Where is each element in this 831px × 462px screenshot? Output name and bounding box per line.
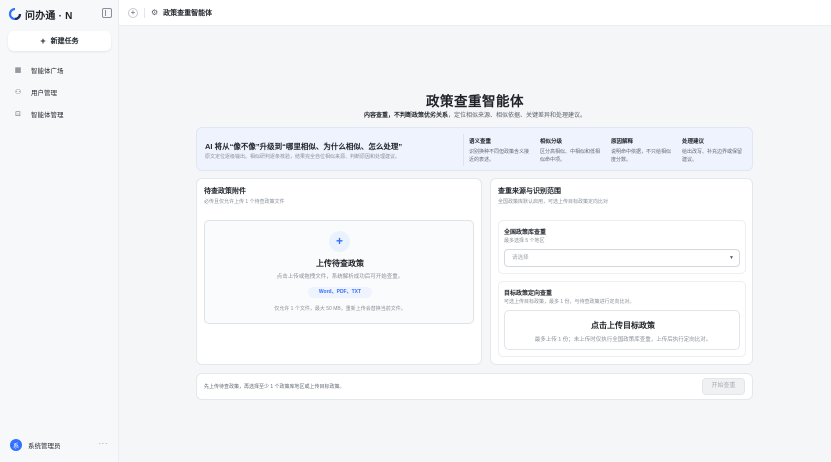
feature-banner: AI 将从“像不像”升级到“哪里相似、为什么相似、怎么处理” 原文定位逐级输出。… bbox=[196, 127, 753, 171]
national-desc: 最多选择 5 个地区 bbox=[504, 238, 545, 244]
chevron-down-icon: ▼ bbox=[729, 255, 734, 261]
upload-heading: 待查政策附件 bbox=[204, 188, 246, 195]
select-placeholder: 请选择 bbox=[512, 255, 529, 261]
feature-title: 语义查重 bbox=[469, 139, 492, 145]
new-task-button[interactable]: + 新建任务 bbox=[8, 31, 111, 51]
target-button-desc: 最多上传 1 份；未上传时仅执行全国政策库查重，上传后执行定向比对。 bbox=[534, 337, 712, 343]
feature-desc: 给出改写、补充边界或保留建议。 bbox=[682, 149, 743, 163]
feature-advice: 处理建议 给出改写、补充边界或保留建议。 bbox=[682, 137, 744, 164]
user-name: 系统管理员 bbox=[28, 443, 61, 450]
upload-hint: 点击上传或拖拽文件，系统解析成功后可开始查重。 bbox=[276, 274, 404, 280]
sidebar: 问办通 · N + 新建任务 ▦ 智能体广场 ⚇ 用户管理 ⊡ 智能体管理 系 … bbox=[0, 0, 119, 462]
feature-desc: 说明命中依据，不只给相似度分数。 bbox=[611, 149, 672, 163]
upload-dropzone[interactable]: + 上传待查政策 点击上传或拖拽文件，系统解析成功后可开始查重。 Word、PD… bbox=[204, 220, 474, 324]
region-select[interactable]: 请选择 ▼ bbox=[504, 249, 740, 267]
page-title: 政策查重智能体 bbox=[426, 94, 524, 109]
file-types-badge: Word、PDF、TXT bbox=[308, 287, 372, 298]
sidebar-item-agent-square[interactable]: ▦ 智能体广场 bbox=[8, 62, 111, 78]
upload-title: 上传待查政策 bbox=[316, 259, 364, 268]
bot-icon: ⊡ bbox=[15, 111, 21, 118]
feature-reason: 原因解释 说明命中依据，不只给相似度分数。 bbox=[611, 137, 673, 164]
sidebar-item-label: 智能体管理 bbox=[31, 112, 64, 119]
footer-hint: 先上传待查政策，再选择至少 1 个政策库地区或上传目标政策。 bbox=[204, 384, 345, 390]
grid-icon: ▦ bbox=[14, 67, 22, 74]
source-desc: 全国政策库默认启用，可选上传目标政策定向比对 bbox=[498, 199, 609, 205]
action-footer: 先上传待查政策，再选择至少 1 个政策库地区或上传目标政策。 开始查重 bbox=[196, 373, 753, 400]
feature-semantic: 语义查重 识别换种不同但政策含义接近的表述。 bbox=[469, 137, 531, 164]
app-name: 问办通 · N bbox=[25, 10, 73, 22]
main-content: 政策查重智能体 内容查重，不判断政策优劣关系，定位相似来源、相似依据、关键差异和… bbox=[119, 26, 831, 462]
new-task-label: 新建任务 bbox=[50, 38, 79, 45]
target-button-title: 点击上传目标政策 bbox=[591, 321, 655, 330]
feature-title: 相似分级 bbox=[540, 139, 563, 145]
divider bbox=[144, 7, 145, 18]
banner-heading: AI 将从“像不像”升级到“哪里相似、为什么相似、怎么处理” bbox=[205, 142, 403, 151]
users-icon: ⚇ bbox=[14, 89, 22, 96]
upload-target-button[interactable]: 点击上传目标政策 最多上传 1 份；未上传时仅执行全国政策库查重，上传后执行定向… bbox=[504, 310, 740, 350]
start-check-button[interactable]: 开始查重 bbox=[702, 378, 745, 395]
feature-desc: 识别换种不同但政策含义接近的表述。 bbox=[469, 149, 530, 163]
new-tab-plus-icon[interactable]: + bbox=[128, 7, 138, 18]
sidebar-item-agent-management[interactable]: ⊡ 智能体管理 bbox=[8, 106, 111, 122]
logo-icon bbox=[8, 8, 22, 20]
page-tab-title: 政策查重智能体 bbox=[163, 9, 213, 17]
top-bar: + ⚙ 政策查重智能体 bbox=[119, 0, 831, 26]
feature-desc: 区分高相似、中相似和低相似命中项。 bbox=[540, 149, 601, 163]
user-profile[interactable]: 系 系统管理员 ··· bbox=[10, 438, 108, 452]
divider bbox=[463, 134, 464, 166]
feature-grading: 相似分级 区分高相似、中相似和低相似命中项。 bbox=[540, 137, 602, 164]
more-icon[interactable]: ··· bbox=[99, 439, 109, 448]
feature-title: 处理建议 bbox=[682, 139, 705, 145]
sidebar-collapse-icon[interactable] bbox=[102, 8, 112, 18]
upload-desc: 必传且仅允许上传 1 个待查政策文件 bbox=[204, 199, 285, 205]
target-desc: 可选上传目标政策，最多 1 份，与待查政策进行定向比对。 bbox=[504, 299, 635, 305]
agent-icon: ⚙ bbox=[151, 8, 159, 17]
sidebar-item-user-management[interactable]: ⚇ 用户管理 bbox=[8, 84, 111, 100]
page-subtitle: 内容查重，不判断政策优劣关系，定位相似来源、相似依据、关键差异和处理建议。 bbox=[119, 110, 831, 119]
national-title: 全国政策库查重 bbox=[504, 230, 547, 236]
banner-desc: 原文定位逐级输出。相似研判逐条核验，结果完全自位相似来源、判断原因和处理建议。 bbox=[205, 154, 401, 160]
subtitle-bold: 内容查重，不判断政策优劣关系 bbox=[363, 113, 448, 119]
feature-title: 原因解释 bbox=[611, 139, 634, 145]
plus-icon: + bbox=[40, 36, 46, 46]
source-heading: 查重来源与识别范围 bbox=[498, 188, 561, 195]
upload-limit: 仅允许 1 个文件，最大 50 MB，重新上传会替换当前文件。 bbox=[274, 306, 406, 312]
sidebar-item-label: 用户管理 bbox=[31, 90, 57, 97]
avatar: 系 bbox=[10, 439, 22, 451]
sidebar-item-label: 智能体广场 bbox=[31, 68, 64, 75]
target-title: 目标政策定向查重 bbox=[504, 291, 553, 297]
subtitle-rest: ，定位相似来源、相似依据、关键差异和处理建议。 bbox=[448, 113, 587, 119]
app-logo[interactable]: 问办通 · N bbox=[8, 7, 112, 22]
upload-plus-icon: + bbox=[329, 231, 350, 252]
